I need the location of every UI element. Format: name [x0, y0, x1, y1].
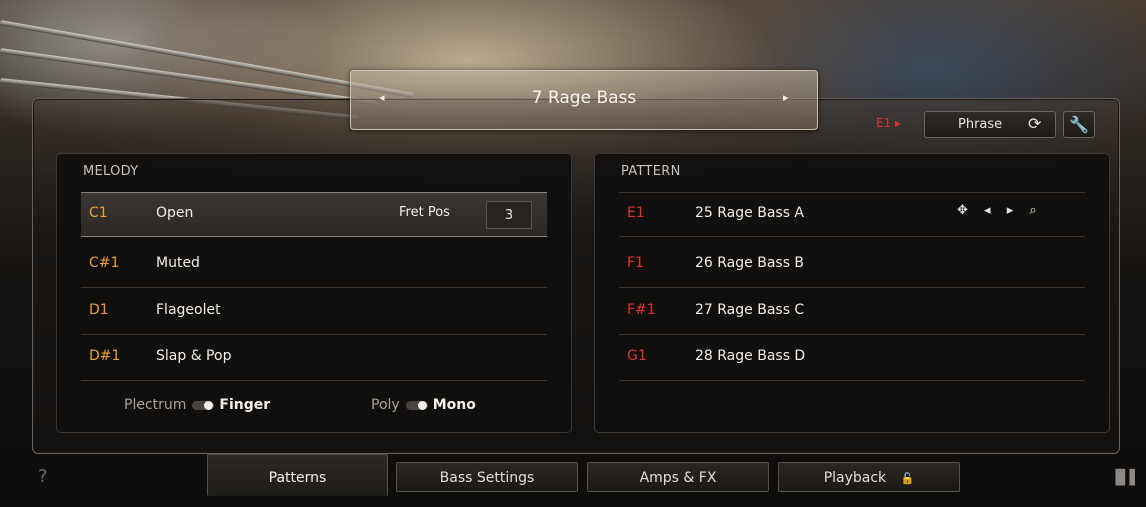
- key-indicator: E1 ▸: [876, 116, 902, 130]
- pattern-key: E1: [627, 205, 645, 221]
- pattern-row[interactable]: E1 25 Rage Bass A ✥ ◂ ▸ ⌕: [619, 192, 1085, 237]
- pattern-key: G1: [627, 348, 647, 364]
- pattern-name: 28 Rage Bass D: [695, 348, 806, 364]
- melody-key: D1: [89, 302, 109, 318]
- fret-pos-field[interactable]: 3: [486, 201, 532, 229]
- preset-selector[interactable]: ◂ 7 Rage Bass ▸: [350, 70, 818, 130]
- help-icon[interactable]: ?: [38, 466, 48, 487]
- melody-row[interactable]: C1 Open Fret Pos 3: [81, 192, 547, 237]
- pattern-tools: ✥ ◂ ▸ ⌕: [957, 203, 1049, 218]
- phrase-label: Phrase: [958, 117, 1003, 132]
- melody-name: Flageolet: [156, 302, 221, 318]
- phrase-button[interactable]: Phrase ⟳: [924, 111, 1056, 138]
- wrench-icon: 🔧: [1069, 115, 1089, 134]
- pattern-row[interactable]: G1 28 Rage Bass D: [619, 336, 1085, 381]
- move-icon[interactable]: ✥: [957, 203, 968, 218]
- pattern-title: PATTERN: [621, 164, 681, 179]
- melody-row[interactable]: D1 Flageolet: [81, 290, 547, 335]
- pattern-row[interactable]: F#1 27 Rage Bass C: [619, 290, 1085, 335]
- melody-row[interactable]: D#1 Slap & Pop: [81, 336, 547, 381]
- unlock-icon: 🔓: [900, 472, 915, 485]
- mono-label: Mono: [432, 397, 476, 413]
- melody-row[interactable]: C#1 Muted: [81, 243, 547, 288]
- tab-amps-fx[interactable]: Amps & FX: [587, 462, 769, 492]
- melody-key: D#1: [89, 348, 121, 364]
- search-icon[interactable]: ⌕: [1029, 203, 1036, 218]
- pattern-panel: PATTERN E1 25 Rage Bass A ✥ ◂ ▸ ⌕ F1 26 …: [594, 153, 1110, 433]
- melody-name: Open: [156, 205, 194, 221]
- pattern-row[interactable]: F1 26 Rage Bass B: [619, 243, 1085, 288]
- poly-label: Poly: [371, 397, 400, 413]
- pattern-name: 26 Rage Bass B: [695, 255, 805, 271]
- prev-icon[interactable]: ◂: [984, 203, 991, 218]
- preset-name: 7 Rage Bass: [531, 88, 637, 108]
- toggle-switch[interactable]: [405, 400, 428, 410]
- tab-bass-settings[interactable]: Bass Settings: [396, 462, 578, 492]
- keyboard-icon[interactable]: ▐▌▌: [1110, 470, 1140, 486]
- next-icon[interactable]: ▸: [1007, 203, 1014, 218]
- plectrum-label: Plectrum: [124, 397, 187, 413]
- tab-playback-label: Playback: [823, 470, 887, 486]
- fret-pos-label: Fret Pos: [399, 205, 450, 220]
- pattern-name: 25 Rage Bass A: [695, 205, 805, 221]
- melody-name: Slap & Pop: [156, 348, 232, 364]
- plectrum-finger-toggle[interactable]: Plectrum Finger: [124, 397, 270, 413]
- melody-panel: MELODY C1 Open Fret Pos 3 C#1 Muted D1 F…: [56, 153, 572, 433]
- melody-title: MELODY: [83, 164, 139, 179]
- melody-key: C1: [89, 205, 108, 221]
- sync-icon: ⟳: [1028, 114, 1042, 133]
- pattern-key: F#1: [627, 302, 656, 318]
- melody-key: C#1: [89, 255, 120, 271]
- pattern-name: 27 Rage Bass C: [695, 302, 805, 318]
- wrench-button[interactable]: 🔧: [1063, 111, 1095, 138]
- tab-patterns[interactable]: Patterns: [207, 454, 388, 496]
- preset-next-button[interactable]: ▸: [783, 91, 789, 104]
- finger-label: Finger: [219, 397, 271, 413]
- pattern-key: F1: [627, 255, 644, 271]
- tab-playback[interactable]: Playback 🔓: [778, 462, 960, 492]
- melody-name: Muted: [156, 255, 200, 271]
- poly-mono-toggle[interactable]: Poly Mono: [371, 397, 476, 413]
- toggle-switch[interactable]: [192, 400, 215, 410]
